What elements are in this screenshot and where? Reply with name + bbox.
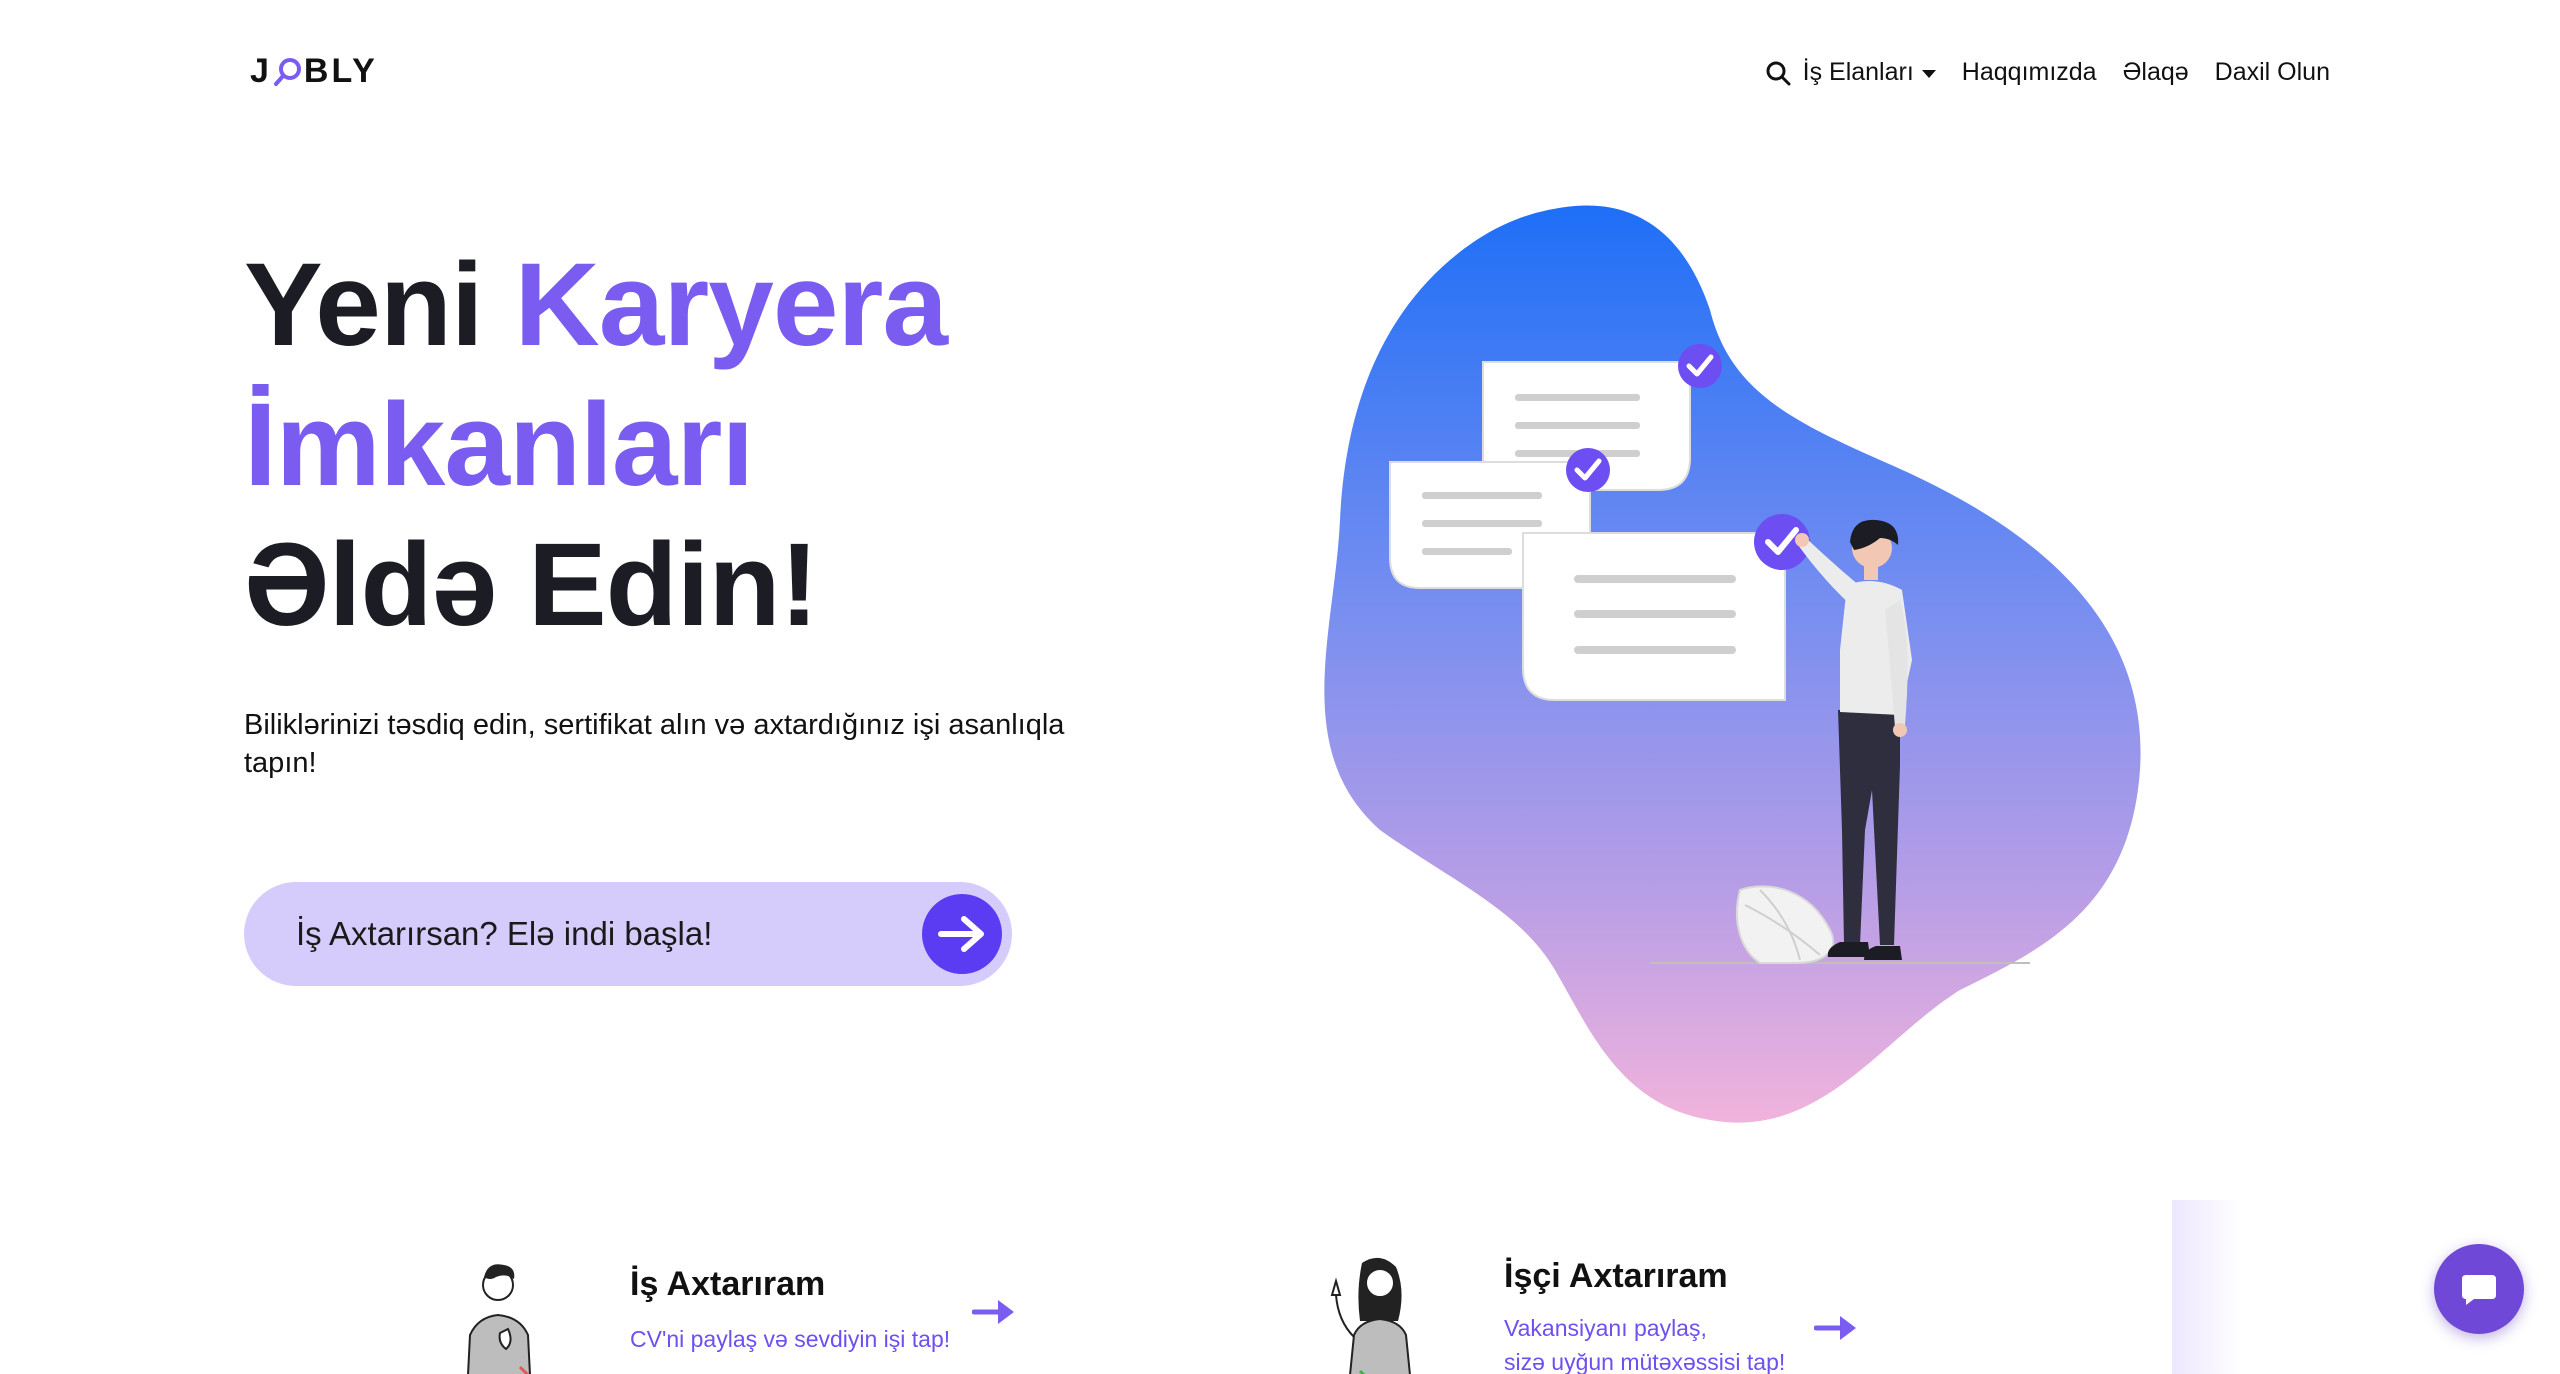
employer-card[interactable]: İşçi Axtarıram Vakansiyanı paylaş, sizə … [1290, 1215, 2170, 1374]
logo-text-prefix: J [250, 52, 272, 90]
card-title: İşçi Axtarıram [1504, 1257, 1728, 1295]
hero-title-line3: Əldə Edin! [244, 519, 819, 651]
hero-title-word2: Karyera [514, 239, 948, 371]
hero-title: Yeni Karyera İmkanları Əldə Edin! [244, 235, 948, 655]
arrow-right-icon[interactable] [1814, 1313, 1858, 1343]
hero-illustration [1320, 190, 2220, 1150]
cta-start-button[interactable]: İş Axtarırsan? Elə indi başla! [244, 882, 1012, 986]
hero-title-line2: İmkanları [244, 379, 754, 511]
nav-about-link[interactable]: Haqqımızda [1962, 58, 2097, 87]
nav-menu: İş Elanları Haqqımızda Əlaqə Daxil Olun [1765, 58, 2330, 87]
nav-jobs-label: İş Elanları [1802, 58, 1914, 86]
nav-jobs-dropdown[interactable]: İş Elanları [1803, 58, 1936, 87]
nav-login-label: Daxil Olun [2214, 58, 2330, 86]
document-card-front [1522, 514, 1810, 701]
nav-about-label: Haqqımızda [1961, 58, 2097, 86]
caret-down-icon [1921, 69, 1936, 78]
nav-contact-link[interactable]: Əlaqə [2123, 58, 2189, 87]
arrow-right-icon[interactable] [922, 894, 1002, 974]
card-description-line2: sizə uyğun mütəxəssisi tap! [1504, 1349, 1786, 1374]
man-thinking-illustration [467, 1264, 531, 1374]
nav-contact-label: Əlaqə [2122, 58, 2189, 86]
nav-login-link[interactable]: Daxil Olun [2215, 58, 2330, 87]
card-shadow-edge [2172, 1200, 2242, 1374]
search-icon[interactable] [1765, 60, 1791, 86]
hero-title-word1: Yeni [244, 239, 484, 371]
hero-subtitle: Biliklərinizi təsdiq edin, sertifikat al… [244, 709, 1065, 779]
magnifier-logo-icon [273, 55, 303, 89]
arrow-right-icon[interactable] [972, 1297, 1016, 1327]
top-navbar: J BLY İş Elanları Haqqımızda Əlaqə Daxil… [0, 0, 2560, 150]
cta-label: İş Axtarırsan? Elə indi başla! [296, 915, 713, 952]
chat-icon [2462, 1275, 2496, 1305]
chat-button[interactable] [2434, 1244, 2524, 1334]
card-title: İş Axtarıram [630, 1265, 826, 1303]
job-seeker-card[interactable]: İş Axtarıram CV'ni paylaş və sevdiyin iş… [398, 1215, 1048, 1374]
card-description: CV'ni paylaş və sevdiyin işi tap! [630, 1326, 951, 1352]
brand-logo[interactable]: J BLY [250, 52, 378, 91]
logo-text-suffix: BLY [303, 52, 378, 90]
woman-pointing-illustration [1330, 1257, 1411, 1374]
card-description-line1: Vakansiyanı paylaş, [1504, 1315, 1707, 1341]
